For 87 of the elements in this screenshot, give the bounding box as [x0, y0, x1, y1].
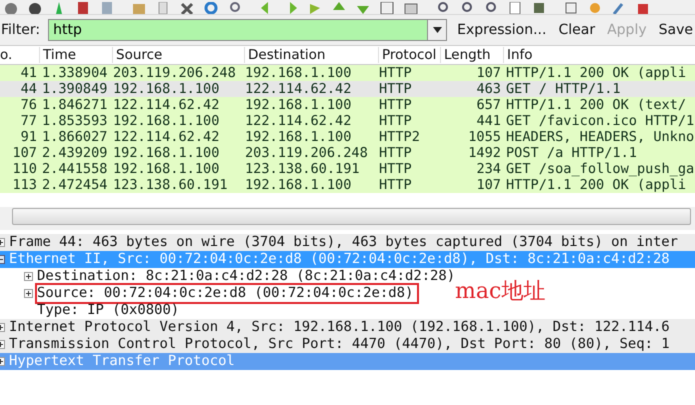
table-cell-text: 122.114.62.42 — [113, 129, 220, 145]
table-cell-text: 203.119.206.248 — [245, 145, 369, 161]
filter-button[interactable]: Clear — [556, 22, 598, 38]
table-cell-text: 463 — [475, 81, 502, 97]
table-cell-text: HTTP/1.1 200 OK (appli — [505, 177, 688, 193]
filter-label: Filter: — [1, 22, 40, 38]
dropdown-icon[interactable] — [427, 19, 448, 41]
column-header[interactable]: Destination — [245, 47, 379, 63]
table-cell-text: 192.168.1.100 — [113, 113, 220, 129]
table-cell-text: HTTP — [379, 113, 413, 129]
packet-row[interactable]: 44 1.390849 192.168.1.100 122.114.62.42 HTTP 463 GET / HTTP/1.1 — [0, 81, 695, 97]
table-cell-text: 2.472454 — [41, 177, 108, 193]
table-cell-text: 110 — [11, 161, 38, 177]
table-cell-text: HTTP — [379, 97, 413, 113]
table-cell-text: 2.441558 — [41, 161, 108, 177]
table-cell-text: 123.138.60.191 — [113, 177, 229, 193]
table-cell-text: 107 — [475, 177, 502, 193]
table-cell-text: 203.119.206.248 — [113, 65, 237, 81]
table-cell-text: 192.168.1.100 — [245, 177, 352, 193]
table-cell-text: GET /soa_follow_push_ga — [505, 161, 695, 177]
table-cell-text: 91 — [20, 129, 38, 145]
table-cell-text: 123.138.60.191 — [245, 161, 361, 177]
table-cell-text: 1.846271 — [41, 97, 108, 113]
page-icon[interactable] — [564, 2, 578, 14]
table-cell-text: HTTP — [379, 177, 413, 193]
table-cell-text: 77 — [20, 113, 38, 129]
column-header[interactable]: Source — [113, 47, 245, 63]
column-header[interactable]: Protocol — [379, 47, 441, 63]
packet-row[interactable]: 91 1.866027 122.114.62.42 192.168.1.100 HTTP2 1055 HEADERS, HEADERS, Unkno — [0, 129, 695, 145]
filter-button[interactable]: Expression... — [455, 22, 548, 38]
expand-icon[interactable] — [24, 272, 33, 281]
table-cell-text: 1.390849 — [41, 81, 108, 97]
packet-row[interactable]: 110 2.441558 192.168.1.100 123.138.60.191 HTTP 234 GET /soa_follow_push_ga — [0, 161, 695, 177]
table-cell-text: 1.853593 — [41, 113, 108, 129]
table-cell-text: HTTP — [379, 161, 413, 177]
table-cell-text: POST /a HTTP/1.1 — [505, 145, 638, 161]
column-header[interactable]: Info — [504, 47, 695, 63]
table-cell-text: HTTP2 — [379, 129, 421, 145]
scrollbar[interactable] — [12, 208, 691, 225]
filter-field[interactable]: http — [48, 19, 428, 41]
packet-row[interactable]: 107 2.439209 192.168.1.100 203.119.206.248 HTTP 1492 POST /a HTTP/1.1 — [0, 145, 695, 161]
packet-row[interactable]: 41 1.338904 203.119.206.248 192.168.1.100 HTTP 107 HTTP/1.1 200 OK (appli — [0, 65, 695, 81]
packet-row[interactable]: 113 2.472454 123.138.60.191 192.168.1.100 HTTP 107 HTTP/1.1 200 OK (appli — [0, 177, 695, 193]
column-header[interactable]: Time — [40, 47, 113, 63]
table-cell-text: 192.168.1.100 — [113, 161, 220, 177]
table-cell-text: GET / HTTP/1.1 — [505, 81, 622, 97]
column-header[interactable]: Length — [441, 47, 504, 63]
table-cell-text: 44 — [20, 81, 38, 97]
table-cell-text: 1055 — [467, 129, 502, 145]
expand-icon[interactable] — [24, 289, 33, 298]
table-cell-text: HTTP/1.1 200 OK (appli — [505, 65, 688, 81]
table-cell-text: 234 — [475, 161, 502, 177]
table-cell-text: 41 — [20, 65, 38, 81]
table-cell-text: 192.168.1.100 — [245, 65, 352, 81]
table-cell-text: 76 — [20, 97, 38, 113]
square-icon[interactable] — [76, 2, 90, 14]
table-cell-text: HTTP — [379, 145, 413, 161]
table-cell-text: 1.866027 — [41, 129, 108, 145]
table-cell-text: 192.168.1.100 — [113, 145, 220, 161]
page-icon[interactable] — [508, 2, 522, 14]
table-cell-text: HTTP — [379, 81, 413, 97]
column-header[interactable]: o. — [0, 47, 40, 63]
table-cell-text: 2.439209 — [41, 145, 108, 161]
table-cell-text: 192.168.1.100 — [113, 81, 220, 97]
table-cell-text: GET /favicon.ico HTTP/1 — [505, 113, 695, 129]
table-cell-text: 113 — [11, 177, 38, 193]
table-cell-text: HTTP/1.1 200 OK (text/ — [505, 97, 688, 113]
table-cell-text: 107 — [475, 65, 502, 81]
table-cell-text: 192.168.1.100 — [245, 97, 352, 113]
annotation-text: mac地址 — [455, 278, 546, 306]
table-cell-text: 122.114.62.42 — [245, 81, 352, 97]
packet-row[interactable]: 76 1.846271 122.114.62.42 192.168.1.100 HTTP 657 HTTP/1.1 200 OK (text/ — [0, 97, 695, 113]
table-cell-text: 1.338904 — [41, 65, 108, 81]
table-cell-text: 657 — [475, 97, 502, 113]
tree-text: Type: IP (0x0800) — [37, 302, 180, 319]
table-cell-text: 1492 — [467, 145, 502, 161]
table-cell-text: 122.114.62.42 — [113, 97, 220, 113]
table-cell-text: 192.168.1.100 — [245, 129, 352, 145]
table-cell-text: HTTP — [379, 65, 413, 81]
table-cell-text: 122.114.62.42 — [245, 113, 352, 129]
filter-button[interactable]: Save — [656, 22, 695, 38]
table-cell-text: HEADERS, HEADERS, Unkno — [505, 129, 695, 145]
tree-text: Hypertext Transfer Protocol — [9, 353, 235, 370]
table-cell-text: 107 — [11, 145, 38, 161]
table-cell-text: 441 — [475, 113, 502, 129]
packet-row[interactable]: 77 1.853593 192.168.1.100 122.114.62.42 HTTP 441 GET /favicon.ico HTTP/1 — [0, 113, 695, 129]
x-icon[interactable] — [180, 2, 194, 14]
